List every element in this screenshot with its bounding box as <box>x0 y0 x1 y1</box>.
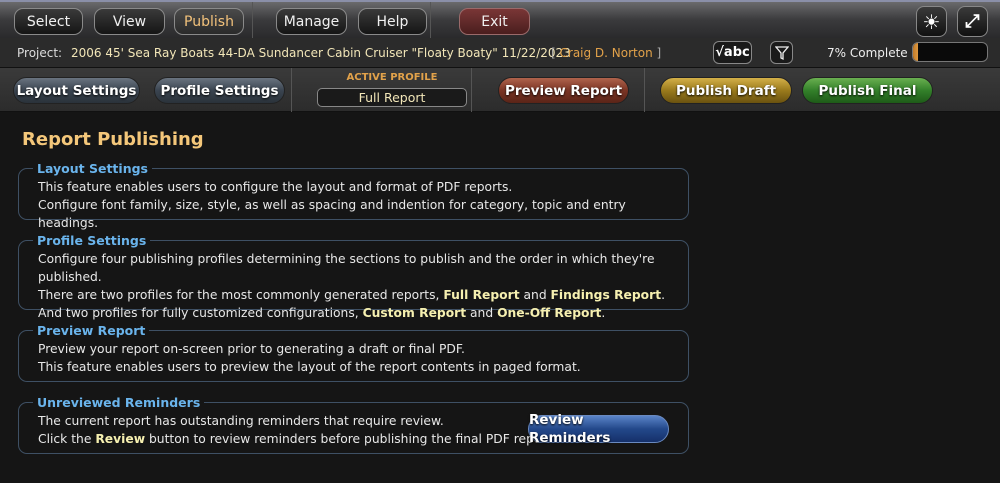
profile-settings-section: Profile Settings Configure four publishi… <box>18 232 689 320</box>
active-profile-label: ACTIVE PROFILE <box>346 72 438 83</box>
profile-settings-button[interactable]: Profile Settings <box>154 77 285 104</box>
publish-final-button[interactable]: Publish Final <box>802 77 933 104</box>
inspector-name[interactable]: Craig D. Norton <box>560 46 653 60</box>
select-button[interactable]: Select <box>14 8 83 35</box>
section-text: There are two profiles for the most comm… <box>38 286 688 304</box>
divider <box>252 2 253 38</box>
progress-bar <box>912 42 988 62</box>
text: And two profiles for fully customized co… <box>38 306 363 320</box>
section-text: Preview your report on-screen prior to g… <box>38 342 465 356</box>
divider <box>430 2 431 38</box>
text: There are two profiles for the most comm… <box>38 288 444 302</box>
project-label: Project: <box>17 46 63 60</box>
publish-draft-button[interactable]: Publish Draft <box>660 77 792 104</box>
view-button[interactable]: View <box>94 8 165 35</box>
publish-toolbar: Layout Settings Profile Settings ACTIVE … <box>0 68 1000 112</box>
filter-button[interactable] <box>770 41 793 64</box>
page-title: Report Publishing <box>22 129 204 150</box>
layout-settings-section: Layout Settings This feature enables use… <box>18 160 689 230</box>
project-bar: Project: 2006 45' Sea Ray Boats 44-DA Su… <box>0 38 1000 68</box>
inspector: [ Craig D. Norton ] <box>551 46 662 60</box>
section-text: This feature enables users to configure … <box>38 180 513 194</box>
divider <box>644 68 645 112</box>
fullscreen-button[interactable]: ⤢ <box>957 6 988 37</box>
section-text: This feature enables users to preview th… <box>38 360 581 374</box>
text: and <box>519 288 551 302</box>
progress-label: 7% Complete <box>827 46 908 60</box>
section-title: Preview Report <box>33 322 150 340</box>
review-highlight: Review <box>95 432 146 446</box>
sun-icon: ☀ <box>922 9 941 34</box>
custom-report-highlight: Custom Report <box>362 306 467 320</box>
filter-icon <box>774 45 789 60</box>
preview-report-button[interactable]: Preview Report <box>498 77 629 104</box>
exit-button[interactable]: Exit <box>459 8 530 35</box>
manage-button[interactable]: Manage <box>276 8 347 35</box>
text: and <box>466 306 498 320</box>
text: . <box>601 306 606 320</box>
section-title: Profile Settings <box>33 232 151 250</box>
findings-report-highlight: Findings Report <box>550 288 662 302</box>
section-text: And two profiles for fully customized co… <box>38 304 688 322</box>
top-menu-bar: Select View Publish Manage Help Exit ☀ ⤢ <box>0 0 1000 38</box>
preview-report-section: Preview Report Preview your report on-sc… <box>18 322 689 382</box>
divider <box>471 68 472 112</box>
brightness-button[interactable]: ☀ <box>916 6 947 37</box>
text: button to review reminders before publis… <box>145 432 556 446</box>
unreviewed-reminders-section: Unreviewed Reminders The current report … <box>18 394 689 454</box>
text: Click the <box>38 432 96 446</box>
text: . <box>661 288 665 302</box>
section-title: Unreviewed Reminders <box>33 394 205 412</box>
spellcheck-button[interactable]: √abc <box>713 41 752 64</box>
publish-button[interactable]: Publish <box>174 8 244 35</box>
active-profile-field[interactable]: Full Report <box>317 88 467 107</box>
help-button[interactable]: Help <box>358 8 427 35</box>
progress-fill <box>913 43 919 61</box>
one-off-report-highlight: One-Off Report <box>497 306 602 320</box>
section-text: Configure four publishing profiles deter… <box>38 252 655 284</box>
section-text: Configure font family, size, style, as w… <box>38 198 626 230</box>
project-name: 2006 45' Sea Ray Boats 44-DA Sundancer C… <box>71 46 571 60</box>
spellcheck-icon: √abc <box>715 45 750 60</box>
expand-icon: ⤢ <box>965 11 980 32</box>
review-reminders-button[interactable]: Review Reminders <box>528 412 669 446</box>
full-report-highlight: Full Report <box>443 288 520 302</box>
layout-settings-button[interactable]: Layout Settings <box>13 77 140 104</box>
section-title: Layout Settings <box>33 160 152 178</box>
divider <box>291 68 292 112</box>
